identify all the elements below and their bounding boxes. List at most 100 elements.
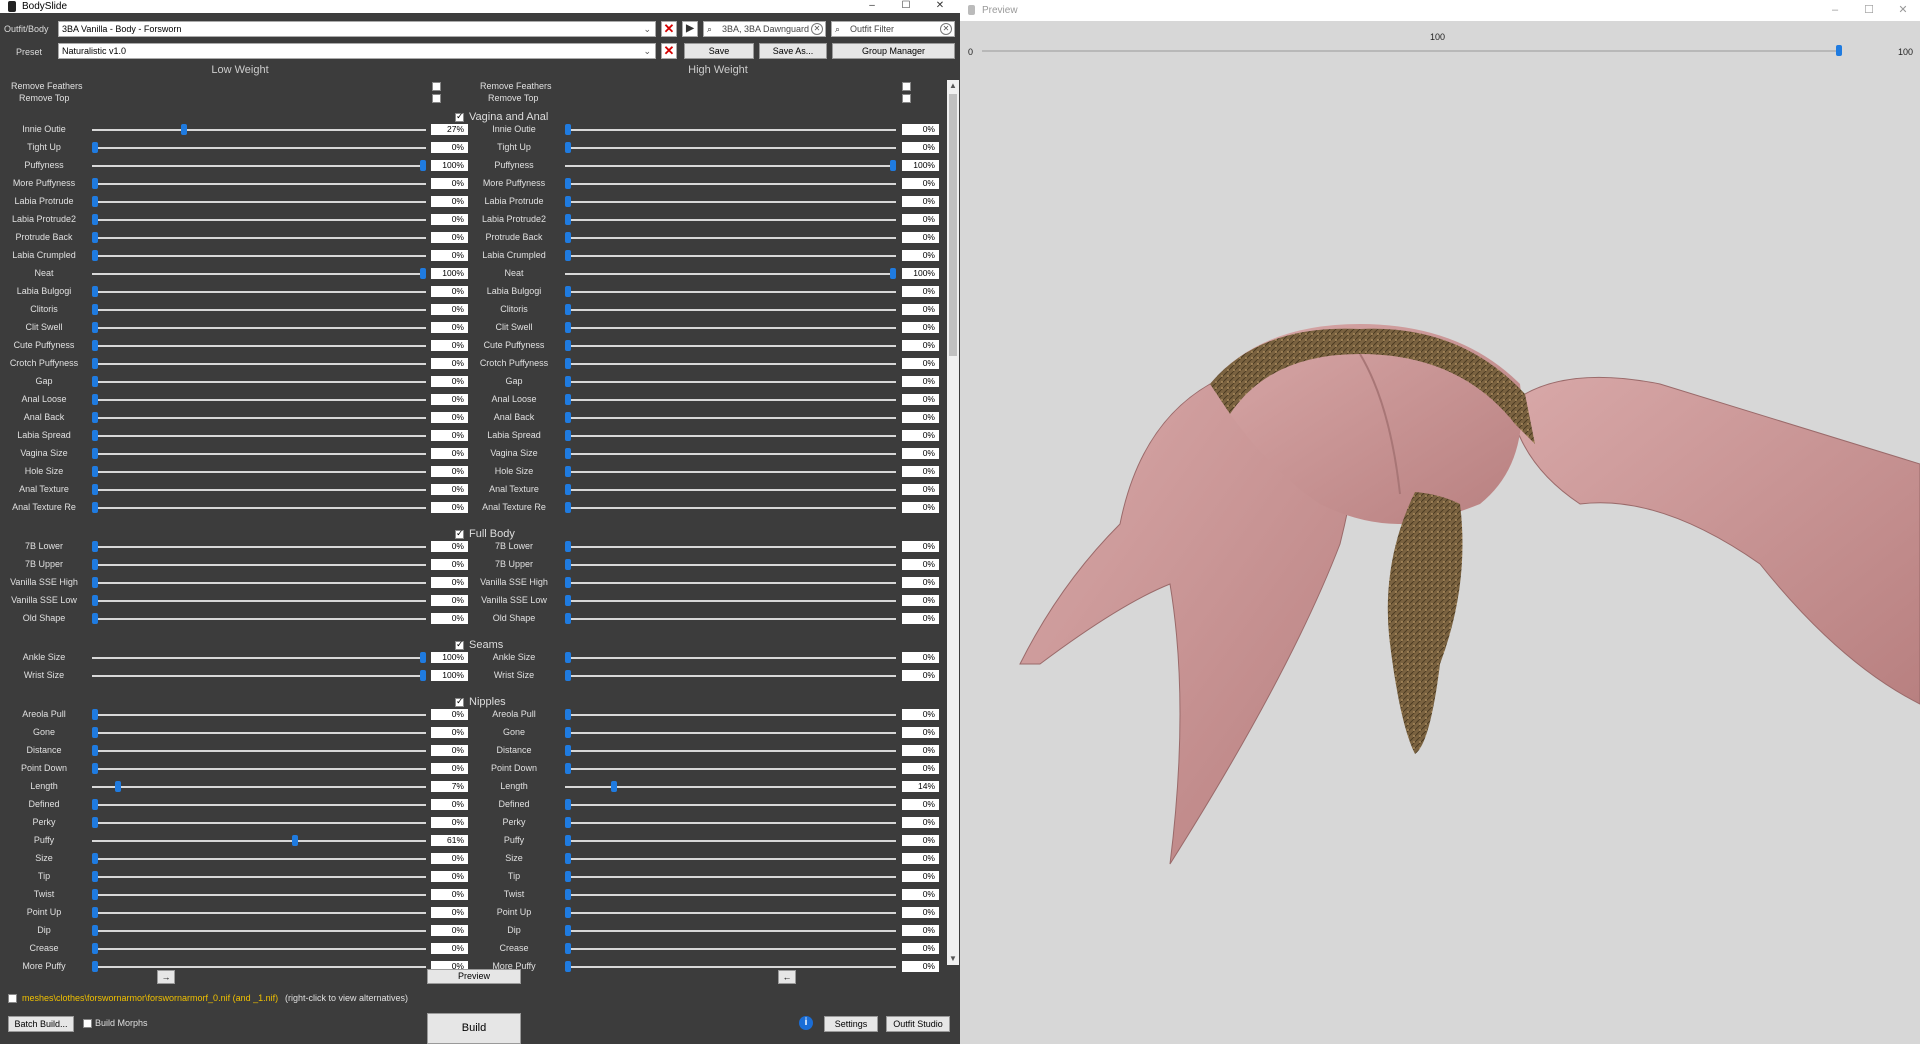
slider-thumb-high[interactable] xyxy=(565,394,571,405)
slider-value-high[interactable]: 14% xyxy=(902,781,939,792)
slider-track-low[interactable] xyxy=(92,876,426,878)
clear-outfit-x-icon[interactable]: ✕ xyxy=(661,21,677,37)
slider-thumb-low[interactable] xyxy=(92,577,98,588)
slider-value-low[interactable]: 0% xyxy=(431,709,468,720)
slider-thumb-high[interactable] xyxy=(890,268,896,279)
slider-thumb-high[interactable] xyxy=(565,430,571,441)
slider-value-low[interactable]: 0% xyxy=(431,394,468,405)
slider-track-low[interactable] xyxy=(92,732,426,734)
slider-value-low[interactable]: 0% xyxy=(431,559,468,570)
slider-thumb-low[interactable] xyxy=(92,340,98,351)
slider-track-high[interactable] xyxy=(565,582,896,584)
slider-thumb-high[interactable] xyxy=(565,250,571,261)
slider-thumb-low[interactable] xyxy=(420,652,426,663)
slider-value-high[interactable]: 0% xyxy=(902,322,939,333)
slider-track-high[interactable] xyxy=(565,912,896,914)
slider-track-low[interactable] xyxy=(92,183,426,185)
slider-track-high[interactable] xyxy=(565,327,896,329)
slider-track-high[interactable] xyxy=(565,273,896,275)
slider-thumb-high[interactable] xyxy=(565,448,571,459)
slider-value-low[interactable]: 0% xyxy=(431,613,468,624)
slider-thumb-high[interactable] xyxy=(565,871,571,882)
slider-thumb-low[interactable] xyxy=(92,394,98,405)
slider-track-low[interactable] xyxy=(92,858,426,860)
slider-track-high[interactable] xyxy=(565,657,896,659)
slider-thumb-low[interactable] xyxy=(92,925,98,936)
slider-track-high[interactable] xyxy=(565,546,896,548)
slider-value-high[interactable]: 0% xyxy=(902,124,939,135)
slider-track-high[interactable] xyxy=(565,876,896,878)
slider-track-low[interactable] xyxy=(92,453,426,455)
slider-thumb-low[interactable] xyxy=(92,502,98,513)
slider-track-high[interactable] xyxy=(565,804,896,806)
slider-track-low[interactable] xyxy=(92,489,426,491)
slider-value-high[interactable]: 0% xyxy=(902,340,939,351)
maximize-icon[interactable]: ☐ xyxy=(889,0,923,12)
slider-track-low[interactable] xyxy=(92,750,426,752)
slider-thumb-high[interactable] xyxy=(565,613,571,624)
slider-value-high[interactable]: 0% xyxy=(902,178,939,189)
slider-track-high[interactable] xyxy=(565,165,896,167)
slider-thumb-high[interactable] xyxy=(565,670,571,681)
slider-value-low[interactable]: 0% xyxy=(431,817,468,828)
slider-thumb-high[interactable] xyxy=(565,340,571,351)
slider-value-low[interactable]: 0% xyxy=(431,484,468,495)
slider-thumb-low[interactable] xyxy=(92,727,98,738)
slider-scrollbar[interactable]: ▲ ▼ xyxy=(947,80,959,965)
slider-thumb-low[interactable] xyxy=(92,745,98,756)
slider-thumb-high[interactable] xyxy=(565,925,571,936)
slider-thumb-low[interactable] xyxy=(92,853,98,864)
slider-value-low[interactable]: 0% xyxy=(431,430,468,441)
slider-value-low[interactable]: 0% xyxy=(431,232,468,243)
slider-value-high[interactable]: 0% xyxy=(902,817,939,828)
slider-track-low[interactable] xyxy=(92,309,426,311)
slider-value-low[interactable]: 0% xyxy=(431,466,468,477)
slider-track-low[interactable] xyxy=(92,804,426,806)
scrollbar-thumb[interactable] xyxy=(949,94,957,356)
slider-track-high[interactable] xyxy=(565,768,896,770)
slider-thumb-low[interactable] xyxy=(92,214,98,225)
save-as-button[interactable]: Save As... xyxy=(759,43,827,59)
group-checkbox[interactable] xyxy=(455,528,464,539)
slider-track-high[interactable] xyxy=(565,750,896,752)
slider-track-high[interactable] xyxy=(565,255,896,257)
slider-value-high[interactable]: 0% xyxy=(902,358,939,369)
slider-track-low[interactable] xyxy=(92,291,426,293)
slider-track-low[interactable] xyxy=(92,417,426,419)
slider-thumb-high[interactable] xyxy=(565,961,571,972)
slider-thumb-high[interactable] xyxy=(565,799,571,810)
slider-track-high[interactable] xyxy=(565,399,896,401)
scroll-up-icon[interactable]: ▲ xyxy=(947,80,959,92)
slider-thumb-high[interactable] xyxy=(565,907,571,918)
slider-value-low[interactable]: 0% xyxy=(431,925,468,936)
slider-track-high[interactable] xyxy=(565,453,896,455)
slider-thumb-high[interactable] xyxy=(565,709,571,720)
slider-track-high[interactable] xyxy=(565,237,896,239)
remove-top-high-checkbox[interactable] xyxy=(902,94,911,103)
slider-thumb-high[interactable] xyxy=(565,142,571,153)
slider-thumb-high[interactable] xyxy=(565,577,571,588)
slider-value-low[interactable]: 0% xyxy=(431,376,468,387)
slider-value-high[interactable]: 0% xyxy=(902,652,939,663)
slider-track-high[interactable] xyxy=(565,894,896,896)
slider-thumb-high[interactable] xyxy=(565,124,571,135)
slider-thumb-high[interactable] xyxy=(565,541,571,552)
slider-thumb-low[interactable] xyxy=(292,835,299,846)
build-button[interactable]: Build xyxy=(427,1013,521,1044)
group-checkbox[interactable] xyxy=(455,639,464,650)
slider-value-low[interactable]: 0% xyxy=(431,286,468,297)
slider-value-high[interactable]: 0% xyxy=(902,745,939,756)
slider-thumb-low[interactable] xyxy=(180,124,187,135)
slider-thumb-high[interactable] xyxy=(565,652,571,663)
slider-track-high[interactable] xyxy=(565,732,896,734)
clear-preset-x-icon[interactable]: ✕ xyxy=(661,43,677,59)
slider-thumb-low[interactable] xyxy=(92,376,98,387)
slider-thumb-low[interactable] xyxy=(92,907,98,918)
slider-value-high[interactable]: 0% xyxy=(902,196,939,207)
slider-track-low[interactable] xyxy=(92,201,426,203)
slider-track-low[interactable] xyxy=(92,219,426,221)
slider-thumb-low[interactable] xyxy=(92,961,98,972)
slider-value-low[interactable]: 0% xyxy=(431,595,468,606)
slider-value-high[interactable]: 0% xyxy=(902,394,939,405)
slider-value-high[interactable]: 0% xyxy=(902,907,939,918)
